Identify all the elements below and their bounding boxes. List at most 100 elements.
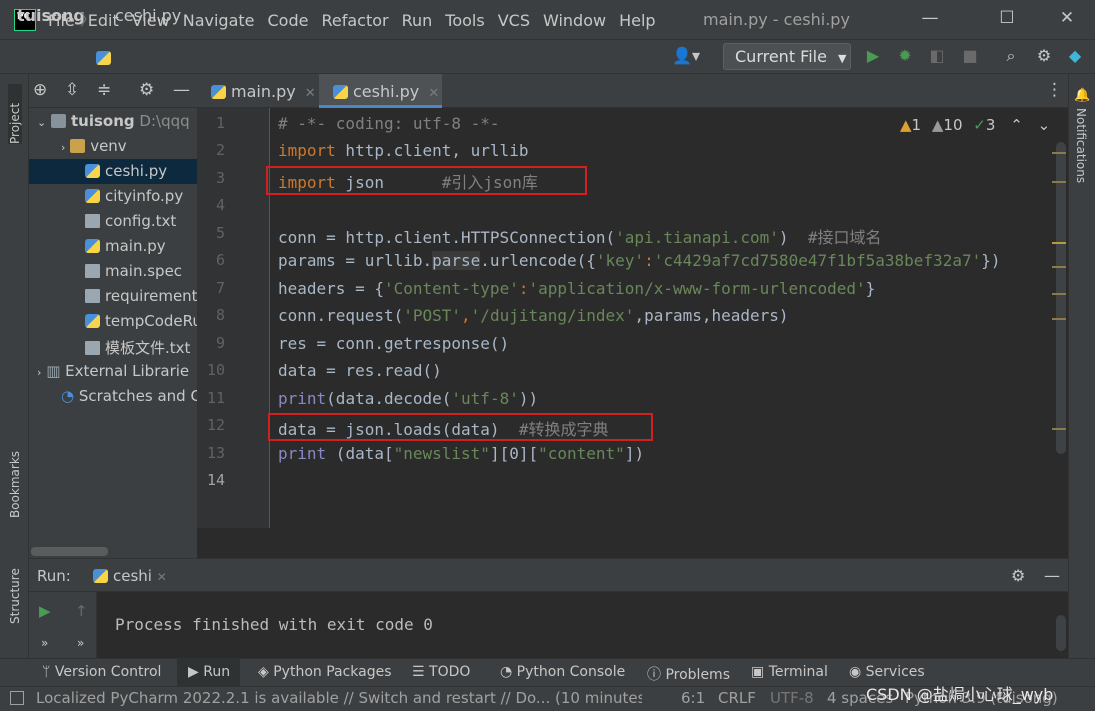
tool-terminal[interactable]: ▣ Terminal: [751, 664, 828, 680]
tree-item-cityinfo-py[interactable]: cityinfo.py: [29, 184, 197, 209]
tree-item-venv[interactable]: › venv: [29, 134, 197, 159]
menu-refactor[interactable]: Refactor: [321, 11, 388, 30]
vertical-scrollbar[interactable]: [1056, 142, 1066, 454]
toggle-tool-windows-icon[interactable]: [10, 691, 24, 705]
tree-item-config-txt[interactable]: config.txt: [29, 209, 197, 234]
text-file-icon: [85, 341, 100, 355]
close-window-button[interactable]: ✕: [1052, 8, 1082, 32]
stop-icon[interactable]: ■: [960, 46, 980, 66]
run-icon[interactable]: ▶: [863, 46, 883, 66]
expand-all-icon[interactable]: ⇳: [65, 80, 79, 100]
tree-item-requirement[interactable]: requirement: [29, 284, 197, 309]
python-console-icon: ◔: [500, 664, 513, 680]
structure-tool-window-button[interactable]: Structure: [8, 562, 22, 624]
tool-python-packages[interactable]: ◈ Python Packages: [258, 664, 392, 680]
tree-item-main-py[interactable]: main.py: [29, 234, 197, 259]
tree-item-main-spec[interactable]: main.spec: [29, 259, 197, 284]
tree-item-path: D:\qqq: [139, 112, 190, 130]
more-tabs-icon[interactable]: ⋮: [1046, 80, 1063, 100]
python-file-icon: [85, 239, 100, 253]
tool-problems[interactable]: ⓘ Problems: [647, 664, 730, 684]
rerun-icon[interactable]: ▶: [39, 602, 51, 620]
expand-toolbar-icon[interactable]: »: [41, 636, 48, 650]
project-tool-window-button[interactable]: Project: [8, 84, 22, 144]
maximize-button[interactable]: ☐: [992, 8, 1022, 32]
tree-item-label: main.spec: [105, 262, 183, 280]
bell-icon[interactable]: 🔔: [1074, 88, 1090, 103]
tool-services[interactable]: ◉ Services: [849, 664, 925, 680]
scroll-marker: [1052, 266, 1066, 268]
tool-version-control[interactable]: ᛘ Version Control: [42, 664, 161, 680]
run-configuration-dropdown[interactable]: Current File ▼: [723, 43, 851, 70]
tool-run[interactable]: ▶ Run: [188, 664, 230, 680]
tool-python-console[interactable]: ◔ Python Console: [500, 664, 625, 680]
bookmarks-tool-window-button[interactable]: Bookmarks: [8, 448, 22, 518]
tree-item-root[interactable]: ⌄ tuisong D:\qqq: [29, 109, 197, 134]
tree-item-template-txt[interactable]: 模板文件.txt: [29, 334, 197, 359]
tab-ceshi-py[interactable]: ceshi.py ✕: [319, 74, 442, 108]
hide-panel-icon[interactable]: —: [173, 80, 190, 100]
close-tab-icon[interactable]: ✕: [305, 86, 316, 101]
more-actions-icon[interactable]: »: [77, 636, 84, 650]
status-message[interactable]: Localized PyCharm 2022.2.1 is available …: [36, 689, 642, 707]
debug-icon[interactable]: ✹: [895, 46, 915, 66]
highlight-box-json-loads: [268, 413, 653, 441]
menu-tools[interactable]: Tools: [445, 11, 484, 30]
minimize-button[interactable]: —: [915, 8, 945, 32]
console-output: Process finished with exit code 0: [115, 615, 433, 634]
breadcrumb-project[interactable]: tuisong: [17, 6, 85, 25]
settings-gear-icon[interactable]: ⚙: [1034, 46, 1054, 66]
user-account-icon[interactable]: 👤▾: [670, 46, 702, 66]
menu-help[interactable]: Help: [619, 11, 655, 30]
caret-position[interactable]: 6:1: [681, 689, 705, 707]
run-tab-ceshi[interactable]: ceshi ✕: [93, 567, 167, 585]
menu-run[interactable]: Run: [402, 11, 433, 30]
code-line-11: print(data.decode('utf-8')): [278, 389, 539, 408]
previous-highlight-icon[interactable]: ⌃: [1010, 116, 1023, 134]
inspection-widget[interactable]: ▲1 ▲10 ✓3 ⌃ ⌄: [900, 116, 1050, 134]
close-tab-icon[interactable]: ✕: [157, 570, 167, 584]
chevron-down-icon: ▼: [838, 52, 847, 65]
close-tab-icon[interactable]: ✕: [428, 86, 439, 101]
horizontal-scrollbar[interactable]: [31, 547, 108, 556]
tab-main-py[interactable]: main.py ✕: [197, 74, 319, 108]
code-line-6: params = urllib.parse.urlencode({'key':'…: [278, 251, 1001, 270]
next-highlight-icon[interactable]: ⌄: [1038, 116, 1051, 134]
hide-run-panel-icon[interactable]: —: [1044, 566, 1060, 585]
tree-item-external-libraries[interactable]: › ▥ External Librarie: [29, 359, 197, 384]
run-settings-gear-icon[interactable]: ⚙: [1011, 566, 1025, 585]
run-config-label: Current File: [735, 47, 827, 66]
file-encoding[interactable]: UTF-8: [770, 689, 814, 707]
notifications-tool-window-button[interactable]: Notifications: [1074, 108, 1088, 183]
menu-code[interactable]: Code: [268, 11, 309, 30]
locate-icon[interactable]: ⊕: [33, 80, 47, 100]
scratches-icon: ◔: [61, 387, 75, 405]
menu-window[interactable]: Window: [543, 11, 606, 30]
coverage-icon[interactable]: ◧: [927, 46, 947, 66]
tab-label: main.py: [231, 82, 296, 101]
console-scrollbar[interactable]: [1056, 615, 1066, 651]
python-file-icon: [333, 85, 348, 99]
tree-item-label: tuisong: [71, 112, 135, 130]
line-separator[interactable]: CRLF: [718, 689, 756, 707]
code-line-9: res = conn.getresponse(): [278, 334, 510, 353]
menu-navigate[interactable]: Navigate: [183, 11, 255, 30]
scroll-up-icon[interactable]: ↑: [75, 602, 88, 620]
tree-item-ceshi-py[interactable]: ceshi.py: [29, 159, 197, 184]
line-number: 2: [215, 141, 225, 159]
csdn-watermark: CSDN @盐焗小心球_wyb: [866, 685, 1054, 704]
tree-item-tempcoderu[interactable]: tempCodeRu: [29, 309, 197, 334]
warning-icon: ▲: [900, 116, 912, 134]
line-number: 3: [215, 169, 225, 187]
collapse-all-icon[interactable]: ≑: [97, 80, 111, 100]
options-gear-icon[interactable]: ⚙: [139, 80, 154, 100]
breadcrumb-file[interactable]: ceshi.py: [115, 6, 181, 25]
line-number: 13: [206, 444, 225, 462]
search-icon[interactable]: ⌕: [1001, 46, 1021, 66]
tab-label: ceshi.py: [353, 82, 420, 101]
tool-todo[interactable]: ☰ TODO: [412, 664, 470, 680]
code-with-me-icon[interactable]: ◆: [1065, 46, 1085, 66]
scroll-marker: [1052, 318, 1066, 320]
menu-vcs[interactable]: VCS: [498, 11, 530, 30]
tree-item-scratches[interactable]: ◔ Scratches and C: [29, 384, 197, 409]
